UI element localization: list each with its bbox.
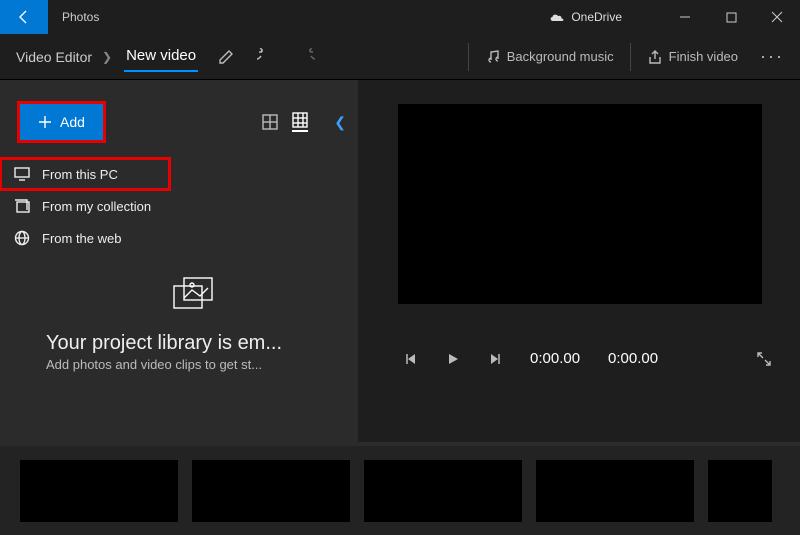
empty-subtitle: Add photos and video clips to get st...	[46, 355, 342, 372]
onedrive-status[interactable]: OneDrive	[549, 10, 662, 24]
cloud-icon	[549, 12, 565, 22]
redo-button[interactable]	[286, 37, 326, 77]
library-empty-icon	[170, 272, 218, 320]
tab-current[interactable]: New video	[124, 41, 198, 72]
time-elapsed: 0:00.00	[530, 350, 580, 367]
project-library-pane: Add ❮ From this PC From my collection	[0, 80, 358, 442]
music-icon	[485, 49, 501, 65]
empty-title: Your project library is em...	[46, 332, 342, 355]
play-button[interactable]	[446, 352, 460, 366]
close-button[interactable]	[754, 0, 800, 34]
prev-frame-button[interactable]	[404, 352, 418, 366]
add-button[interactable]: Add	[20, 104, 103, 140]
time-total: 0:00.00	[608, 350, 658, 367]
background-music-button[interactable]: Background music	[475, 49, 624, 65]
expand-icon	[756, 351, 772, 367]
grid-large-icon	[292, 112, 308, 128]
plus-icon	[38, 115, 52, 129]
collection-icon	[14, 199, 30, 213]
finish-video-button[interactable]: Finish video	[637, 49, 748, 65]
undo-icon	[257, 48, 275, 66]
preview-pane: 0:00.00 0:00.00	[358, 80, 800, 442]
menu-item-from-pc[interactable]: From this PC	[0, 158, 170, 190]
play-icon	[446, 352, 460, 366]
pc-icon	[14, 167, 30, 181]
storyboard-clip[interactable]	[192, 460, 350, 522]
video-preview[interactable]	[398, 104, 762, 304]
menu-item-from-collection[interactable]: From my collection	[0, 190, 358, 222]
globe-icon	[14, 230, 30, 246]
redo-icon	[297, 48, 315, 66]
view-large-grid-button[interactable]	[292, 112, 308, 132]
menu-item-from-web[interactable]: From the web	[0, 222, 358, 254]
export-icon	[647, 49, 663, 65]
storyboard-clip[interactable]	[708, 460, 772, 522]
storyboard[interactable]	[0, 442, 800, 535]
more-button[interactable]: ···	[748, 46, 796, 67]
step-back-icon	[404, 352, 418, 366]
breadcrumb-root[interactable]: Video Editor	[10, 45, 98, 69]
storyboard-clip[interactable]	[364, 460, 522, 522]
add-source-menu: From this PC From my collection From the…	[0, 158, 358, 254]
fullscreen-button[interactable]	[756, 351, 772, 367]
library-empty-state: Your project library is em... Add photos…	[46, 272, 342, 372]
chevron-right-icon: ❯	[98, 50, 116, 64]
view-small-grid-button[interactable]	[262, 114, 278, 130]
pencil-icon	[217, 48, 235, 66]
maximize-button[interactable]	[708, 0, 754, 34]
collapse-library-button[interactable]: ❮	[334, 114, 346, 131]
back-button[interactable]	[0, 0, 48, 34]
undo-button[interactable]	[246, 37, 286, 77]
grid-small-icon	[262, 114, 278, 130]
storyboard-clip[interactable]	[20, 460, 178, 522]
storyboard-clip[interactable]	[536, 460, 694, 522]
rename-button[interactable]	[206, 37, 246, 77]
app-title: Photos	[48, 10, 99, 24]
next-frame-button[interactable]	[488, 352, 502, 366]
minimize-button[interactable]	[662, 0, 708, 34]
step-forward-icon	[488, 352, 502, 366]
